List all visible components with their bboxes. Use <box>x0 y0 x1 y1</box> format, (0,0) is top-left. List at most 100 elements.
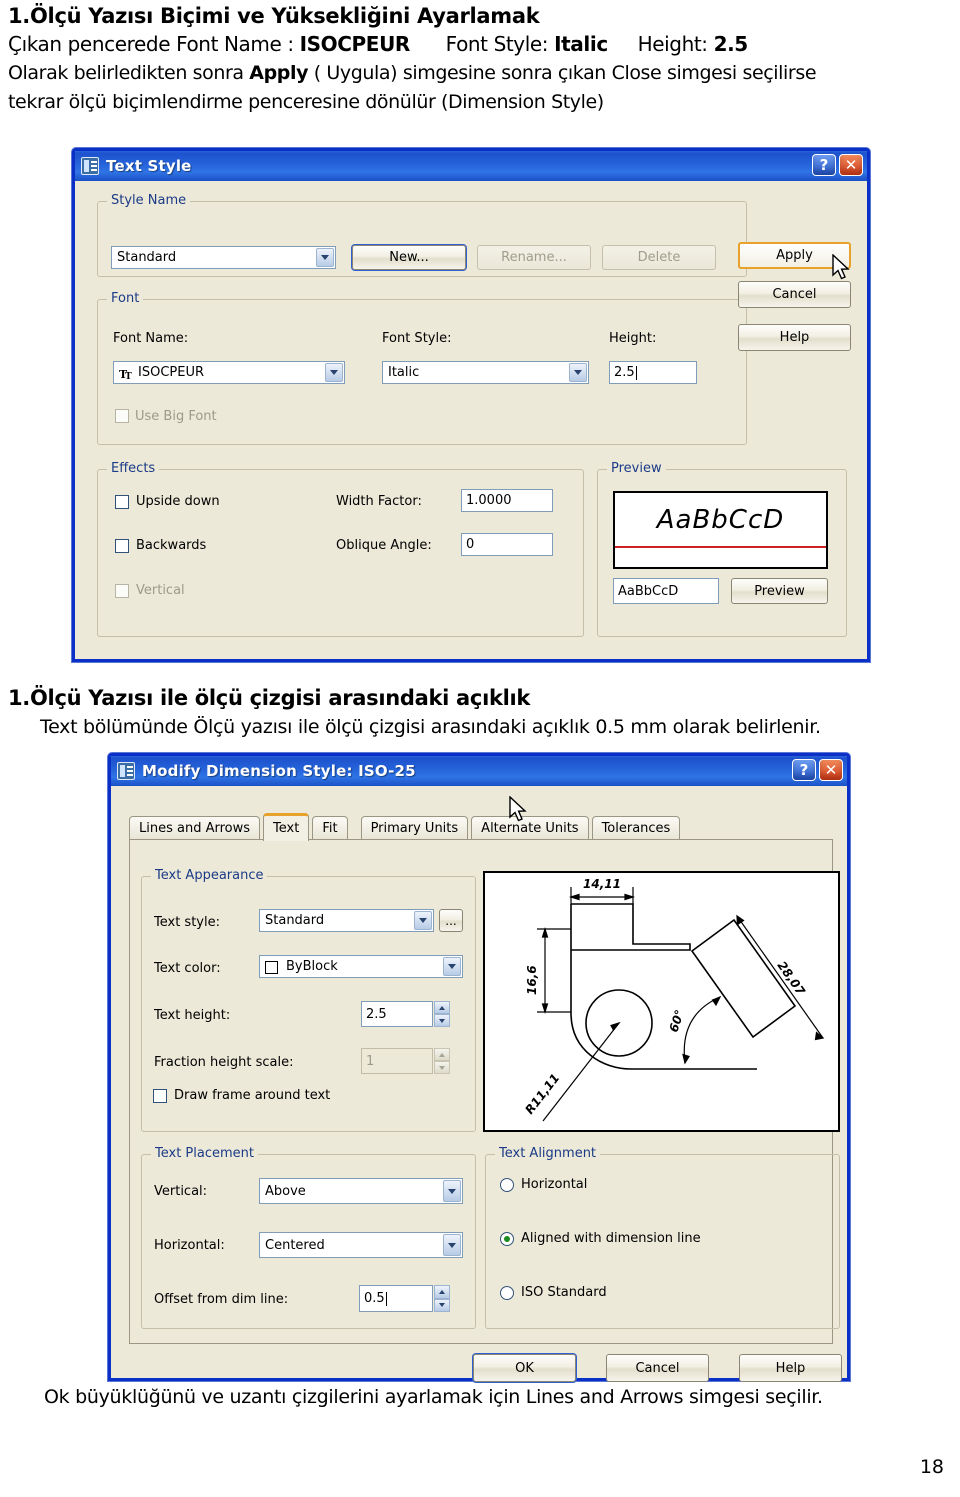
tab-tolerances[interactable]: Tolerances <box>591 816 681 840</box>
stepper-down-icon[interactable] <box>434 1061 450 1074</box>
dimension-preview-drawing: 14,11 16,6 28,07 60° R11,11 <box>483 871 840 1132</box>
text-color-label: Text color: <box>154 961 221 976</box>
chevron-down-icon[interactable] <box>414 911 432 930</box>
font-preview-baseline <box>615 546 826 548</box>
offset-from-dim-line-input[interactable]: 0.5 <box>359 1285 433 1312</box>
alignment-aligned-radio[interactable] <box>500 1232 514 1246</box>
placement-horizontal-value: Centered <box>265 1237 325 1253</box>
alignment-horizontal-radio[interactable] <box>500 1178 514 1192</box>
vertical-checkbox[interactable] <box>115 584 129 598</box>
chevron-down-icon[interactable] <box>443 1180 461 1202</box>
text-style-combo[interactable]: Standard <box>259 909 434 932</box>
placement-vertical-combo[interactable]: Above <box>259 1178 463 1204</box>
preview-text-input[interactable]: AaBbCcD <box>613 578 719 604</box>
tab-alternate-units-label: Alternate Units <box>481 821 579 836</box>
new-style-button-label: New... <box>389 250 429 265</box>
text-color-combo[interactable]: ByBlock <box>259 955 463 978</box>
new-style-button[interactable]: New... <box>352 245 466 270</box>
alignment-iso-radio[interactable] <box>500 1286 514 1300</box>
dimension-style-titlebar: Modify Dimension Style: ISO-25 ? ✕ <box>111 756 847 786</box>
page-heading-1: 1.Ölçü Yazısı Biçimi ve Yüksekliğini Aya… <box>8 4 540 28</box>
delete-style-button[interactable]: Delete <box>602 245 716 270</box>
text-style-titlebar: Text Style ? ✕ <box>75 151 867 181</box>
text-height-stepper[interactable] <box>434 1001 450 1027</box>
tab-primary-units[interactable]: Primary Units <box>360 816 469 840</box>
cancel-button[interactable]: Cancel <box>738 281 851 308</box>
placement-horizontal-combo[interactable]: Centered <box>259 1232 463 1258</box>
style-name-group-label: Style Name <box>107 193 191 208</box>
cancel-button-label: Cancel <box>772 287 817 302</box>
chevron-down-icon[interactable] <box>325 363 343 382</box>
fraction-height-stepper[interactable] <box>434 1048 450 1074</box>
text-height-input[interactable]: 2.5 <box>361 1001 433 1027</box>
preview-button[interactable]: Preview <box>731 578 828 604</box>
use-big-font-checkbox[interactable] <box>115 409 129 423</box>
text-height-label: Text height: <box>154 1008 231 1023</box>
preview-text-value: AaBbCcD <box>618 583 679 599</box>
backwards-label: Backwards <box>136 538 207 553</box>
offset-from-dim-line-label: Offset from dim line: <box>154 1292 289 1307</box>
chevron-down-icon[interactable] <box>443 1234 461 1256</box>
placement-horizontal-label: Horizontal: <box>154 1238 225 1253</box>
truetype-icon: T T <box>119 368 132 380</box>
text-style-body: Style Name Standard New... Rename... Del… <box>75 181 867 659</box>
close-icon[interactable]: ✕ <box>819 759 843 781</box>
font-name-combo[interactable]: T T ISOCPEUR <box>113 361 345 384</box>
font-style-combo[interactable]: Italic <box>382 361 589 384</box>
help-button[interactable]: Help <box>738 324 851 351</box>
tab-lines-and-arrows[interactable]: Lines and Arrows <box>129 816 261 840</box>
fraction-height-value: 1 <box>366 1053 375 1069</box>
stepper-up-icon[interactable] <box>434 1285 450 1299</box>
stepper-down-icon[interactable] <box>434 1014 450 1027</box>
fraction-height-label: Fraction height scale: <box>154 1055 294 1070</box>
text-style-browse-button[interactable]: ... <box>439 909 463 932</box>
dim-help-button[interactable]: Help <box>739 1354 842 1382</box>
tab-fit[interactable]: Fit <box>312 816 348 840</box>
oblique-angle-input[interactable]: 0 <box>461 533 553 556</box>
text-style-browse-label: ... <box>445 913 457 928</box>
draw-frame-checkbox[interactable] <box>153 1089 167 1103</box>
width-factor-input[interactable]: 1.0000 <box>461 489 553 512</box>
font-height-label: Height: <box>609 331 657 346</box>
close-icon[interactable]: ✕ <box>839 154 863 176</box>
text-caret <box>635 365 637 380</box>
ok-button[interactable]: OK <box>473 1354 576 1382</box>
font-height-input[interactable]: 2.5 <box>609 361 697 384</box>
font-height-value: 2.5 <box>614 365 635 380</box>
stepper-up-icon[interactable] <box>434 1048 450 1061</box>
doc-line-3-a: Olarak belirledikten sonra <box>8 62 250 84</box>
color-swatch-icon <box>265 961 278 974</box>
ok-button-label: OK <box>515 1360 534 1376</box>
text-style-window-buttons: ? ✕ <box>812 154 863 176</box>
chevron-down-icon[interactable] <box>316 248 334 267</box>
tab-fit-label: Fit <box>322 821 338 836</box>
style-name-combo[interactable]: Standard <box>111 246 336 269</box>
stepper-down-icon[interactable] <box>434 1298 450 1312</box>
page-heading-2: 1.Ölçü Yazısı ile ölçü çizgisi arasındak… <box>8 686 531 710</box>
dim-cancel-button[interactable]: Cancel <box>606 1354 709 1382</box>
chevron-down-icon[interactable] <box>443 957 461 976</box>
text-height-value: 2.5 <box>366 1006 387 1022</box>
tab-text[interactable]: Text <box>263 813 310 841</box>
dimension-style-title: Modify Dimension Style: ISO-25 <box>142 762 416 780</box>
help-button-label: Help <box>779 330 810 345</box>
apply-button[interactable]: Apply <box>738 242 851 269</box>
text-style-dialog: Text Style ? ✕ Style Name Standard New..… <box>72 148 870 662</box>
font-name-label: Font Name: <box>113 331 189 346</box>
backwards-checkbox[interactable] <box>115 539 129 553</box>
rename-style-button[interactable]: Rename... <box>477 245 591 270</box>
dimension-style-body: Lines and Arrows Text Fit Primary Units … <box>111 786 847 1382</box>
offset-stepper[interactable] <box>434 1285 450 1312</box>
doc-line-2-height-label: Height: <box>637 32 714 56</box>
fraction-height-input[interactable]: 1 <box>361 1048 433 1074</box>
stepper-up-icon[interactable] <box>434 1001 450 1014</box>
tab-alternate-units[interactable]: Alternate Units <box>471 816 589 840</box>
help-icon[interactable]: ? <box>812 154 836 176</box>
chevron-down-icon[interactable] <box>569 363 587 382</box>
help-icon[interactable]: ? <box>792 759 816 781</box>
upside-down-checkbox[interactable] <box>115 495 129 509</box>
dimension-preview-svg: 14,11 16,6 28,07 60° R11,11 <box>522 877 825 1122</box>
text-color-value: ByBlock <box>286 959 338 974</box>
placement-vertical-value: Above <box>265 1183 306 1199</box>
preview-group-label: Preview <box>607 461 666 476</box>
